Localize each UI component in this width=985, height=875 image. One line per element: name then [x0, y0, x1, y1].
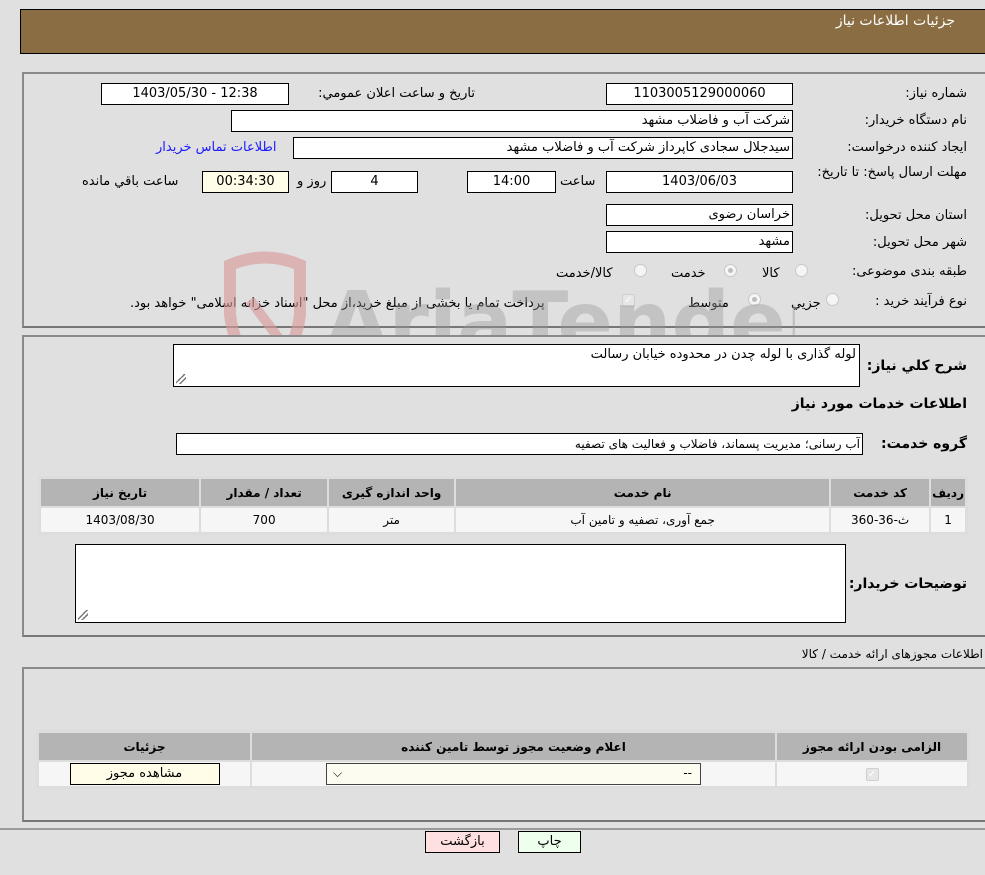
- province-label: استان محل تحویل:: [865, 208, 967, 223]
- category-option-service: خدمت: [671, 266, 706, 281]
- category-label: طبقه بندی موضوعی:: [851, 264, 967, 279]
- category-radio-goods[interactable]: [795, 264, 808, 277]
- deadline-label: مهلت ارسال پاسخ: تا تاریخ:: [817, 165, 967, 180]
- col-permit-details: جزئیات: [37, 731, 252, 762]
- deadline-time-field[interactable]: 14:00: [467, 171, 556, 193]
- category-radio-service[interactable]: [724, 264, 737, 277]
- permit-required-checkbox[interactable]: ✓: [865, 768, 879, 781]
- services-table: رديف کد خدمت نام خدمت واحد اندازه گیری ت…: [38, 477, 967, 534]
- permit-status-value: --: [683, 766, 692, 780]
- buyer-contact-link[interactable]: اطلاعات تماس خریدار: [156, 140, 276, 155]
- days-field[interactable]: 4: [331, 171, 418, 193]
- process-option-minor: جزيي: [791, 296, 821, 311]
- table-header-row: رديف کد خدمت نام خدمت واحد اندازه گیری ت…: [38, 477, 967, 508]
- description-label: شرح کلي نياز:: [866, 358, 967, 374]
- treasury-checkbox[interactable]: ✓: [622, 294, 635, 307]
- category-option-goods-service: کالا/خدمت: [556, 266, 613, 281]
- col-need-date: تاریخ نیاز: [38, 477, 202, 508]
- buyer-notes-textarea[interactable]: [75, 544, 846, 623]
- col-row: رديف: [929, 477, 967, 508]
- cell-quantity: 700: [199, 506, 330, 534]
- cell-permit-required: ✓: [775, 760, 969, 788]
- table-row: 1 ث-36-360 جمع آوری، تصفیه و تامین آب مت…: [38, 506, 967, 534]
- col-service-code: کد خدمت: [829, 477, 932, 508]
- cell-row: 1: [929, 506, 967, 534]
- buyer-notes-label: توضیحات خریدار:: [848, 576, 967, 592]
- services-section-title: اطلاعات خدمات مورد نیاز: [791, 396, 967, 412]
- category-option-goods: کالا: [762, 266, 780, 281]
- chevron-down-icon: ⌵: [333, 766, 343, 780]
- cell-permit-status: ⌵ --: [250, 760, 777, 788]
- col-unit: واحد اندازه گیری: [327, 477, 457, 508]
- service-group-label: گروه خدمت:: [881, 436, 967, 452]
- days-label: روز و: [297, 174, 327, 189]
- col-permit-required: الزامی بودن ارائه مجوز: [775, 731, 969, 762]
- deadline-date-field[interactable]: 1403/06/03: [606, 171, 793, 193]
- col-quantity: تعداد / مقدار: [199, 477, 330, 508]
- city-label: شهر محل تحویل:: [872, 235, 967, 250]
- col-service-name: نام خدمت: [454, 477, 832, 508]
- buyer-org-label: نام دستگاه خریدار:: [864, 113, 967, 128]
- permits-table: الزامی بودن ارائه مجوز اعلام وضعیت مجوز …: [37, 731, 969, 788]
- province-field[interactable]: خراسان رضوی: [606, 204, 793, 226]
- permits-table-wrap: الزامی بودن ارائه مجوز اعلام وضعیت مجوز …: [36, 730, 970, 789]
- creator-field[interactable]: سیدجلال سجادی کاپرداز شرکت آب و فاضلاب م…: [293, 137, 793, 159]
- services-table-wrap: رديف کد خدمت نام خدمت واحد اندازه گیری ت…: [38, 476, 968, 535]
- cell-permit-details: مشاهده مجوز: [37, 760, 252, 788]
- description-text: لوله گذاری با لوله چدن در محدوده خیابان …: [590, 347, 856, 362]
- cell-service-code: ث-36-360: [829, 506, 932, 534]
- back-button[interactable]: بازگشت: [425, 831, 500, 853]
- service-group-field[interactable]: آب رسانی؛ مدیریت پسماند، فاضلاب و فعالیت…: [176, 433, 863, 455]
- announce-field[interactable]: 1403/05/30 - 12:38: [101, 83, 289, 105]
- process-option-medium: متوسط: [688, 296, 729, 311]
- treasury-note: پرداخت تمام یا بخشی از مبلغ خرید،از محل …: [130, 296, 545, 311]
- buyer-org-field[interactable]: شرکت آب و فاضلاب مشهد: [231, 110, 793, 132]
- remaining-time-field[interactable]: 00:34:30: [202, 171, 289, 193]
- col-permit-status: اعلام وضعیت مجوز توسط تامین کننده: [250, 731, 777, 762]
- cell-unit: متر: [327, 506, 457, 534]
- need-number-field[interactable]: 1103005129000060: [606, 83, 793, 105]
- permits-section-title: اطلاعات مجوزهای ارائه خدمت / کالا: [801, 647, 983, 661]
- deadline-time-label: ساعت: [560, 174, 596, 189]
- description-textarea[interactable]: لوله گذاری با لوله چدن در محدوده خیابان …: [173, 344, 860, 387]
- view-permit-button[interactable]: مشاهده مجوز: [69, 763, 220, 785]
- cell-need-date: 1403/08/30: [38, 506, 202, 534]
- need-number-label: شماره نیاز:: [905, 86, 967, 101]
- footer-divider: [0, 828, 985, 830]
- category-radio-goods-service[interactable]: [634, 264, 647, 277]
- process-label: نوع فرآیند خرید :: [875, 294, 967, 309]
- print-button[interactable]: چاپ: [518, 831, 581, 853]
- creator-label: ایجاد کننده درخواست:: [847, 140, 967, 155]
- page-title: جزئیات اطلاعات نیاز: [835, 13, 955, 29]
- table-row: ✓ ⌵ -- مشاهده مجوز: [37, 760, 969, 788]
- cell-service-name: جمع آوری، تصفیه و تامین آب: [454, 506, 832, 534]
- table-header-row: الزامی بودن ارائه مجوز اعلام وضعیت مجوز …: [37, 731, 969, 762]
- process-radio-minor[interactable]: [826, 293, 839, 306]
- city-field[interactable]: مشهد: [606, 231, 793, 253]
- resize-grip-icon[interactable]: [78, 610, 88, 620]
- process-radio-medium[interactable]: [748, 293, 761, 306]
- resize-grip-icon[interactable]: [176, 374, 186, 384]
- permit-status-select[interactable]: ⌵ --: [326, 763, 701, 785]
- announce-label: تاريخ و ساعت اعلان عمومي:: [318, 86, 475, 101]
- remaining-label: ساعت باقي مانده: [82, 174, 179, 189]
